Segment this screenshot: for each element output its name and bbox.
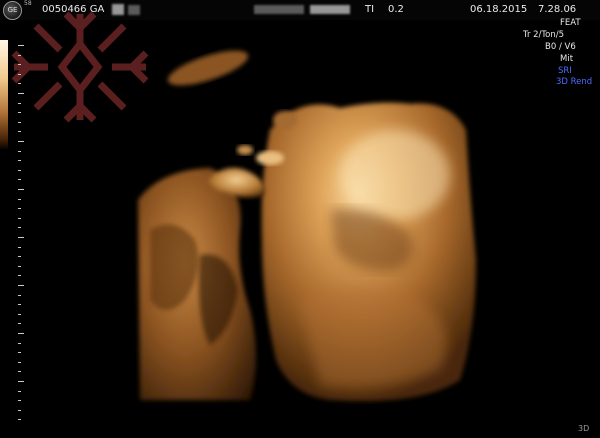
ti-value: 0.2 xyxy=(388,4,404,15)
ultrasound-screen: GE 58 0050466 GA TI 0.2 06.18.2015 7.28.… xyxy=(0,0,600,438)
scale-tick xyxy=(18,419,21,421)
scale-tick xyxy=(18,409,21,411)
scale-tick xyxy=(18,265,21,267)
scale-tick xyxy=(18,256,21,258)
scale-tick xyxy=(18,217,21,219)
scale-tick xyxy=(18,73,21,75)
scale-tick xyxy=(18,237,24,238)
scale-tick xyxy=(18,93,24,94)
scale-tick xyxy=(18,246,21,248)
scale-tick xyxy=(18,160,21,162)
scale-tick xyxy=(18,352,21,354)
setting-line: Mit xyxy=(560,54,574,64)
scale-tick xyxy=(18,333,24,334)
watermark-logo xyxy=(11,11,149,123)
scale-tick xyxy=(18,381,24,382)
scale-tick xyxy=(18,121,21,123)
ge-logo-icon: GE xyxy=(3,1,22,20)
scale-tick xyxy=(18,64,21,66)
logo-text: GE xyxy=(7,6,18,14)
scale-tick xyxy=(18,150,21,152)
depth-scale xyxy=(18,40,19,425)
scale-tick xyxy=(18,54,21,56)
scale-tick xyxy=(18,275,21,277)
gray-color-bar xyxy=(0,40,8,150)
scale-tick xyxy=(18,131,21,133)
scale-tick xyxy=(18,294,21,296)
scale-tick xyxy=(18,390,21,392)
scale-tick xyxy=(18,285,24,286)
scale-tick xyxy=(18,208,21,210)
redacted-block xyxy=(254,5,304,14)
setting-line-blue: SRI xyxy=(558,66,572,76)
scale-tick xyxy=(18,102,21,104)
scale-tick xyxy=(18,45,24,46)
scale-tick xyxy=(18,198,21,200)
scale-tick xyxy=(18,169,21,171)
scale-tick xyxy=(18,189,24,190)
redacted-block xyxy=(310,5,350,14)
scale-tick xyxy=(18,227,21,229)
redacted-block xyxy=(128,5,140,15)
scale-tick xyxy=(18,83,21,85)
probe-index: 58 xyxy=(24,0,32,7)
mode-label-3d: 3D xyxy=(578,424,590,433)
scale-tick xyxy=(18,313,21,315)
setting-line: FEAT xyxy=(560,18,581,28)
scale-tick xyxy=(18,400,21,402)
setting-line: Tr 2/Ton/5 xyxy=(523,30,565,40)
scale-tick xyxy=(18,371,21,373)
scale-tick xyxy=(18,179,21,181)
time: 7.28.06 xyxy=(538,4,577,15)
date: 06.18.2015 xyxy=(470,4,528,15)
scale-tick xyxy=(18,342,21,344)
redacted-block xyxy=(112,4,124,15)
scale-tick xyxy=(18,112,21,114)
setting-line-blue: 3D Rend xyxy=(556,77,593,87)
scale-tick xyxy=(18,141,24,142)
ti-label: TI xyxy=(365,4,375,15)
scale-tick xyxy=(18,304,21,306)
scale-tick xyxy=(18,323,21,325)
setting-line: B0 / V6 xyxy=(545,42,576,52)
patient-id: 0050466 GA xyxy=(42,4,105,15)
scale-tick xyxy=(18,361,21,363)
